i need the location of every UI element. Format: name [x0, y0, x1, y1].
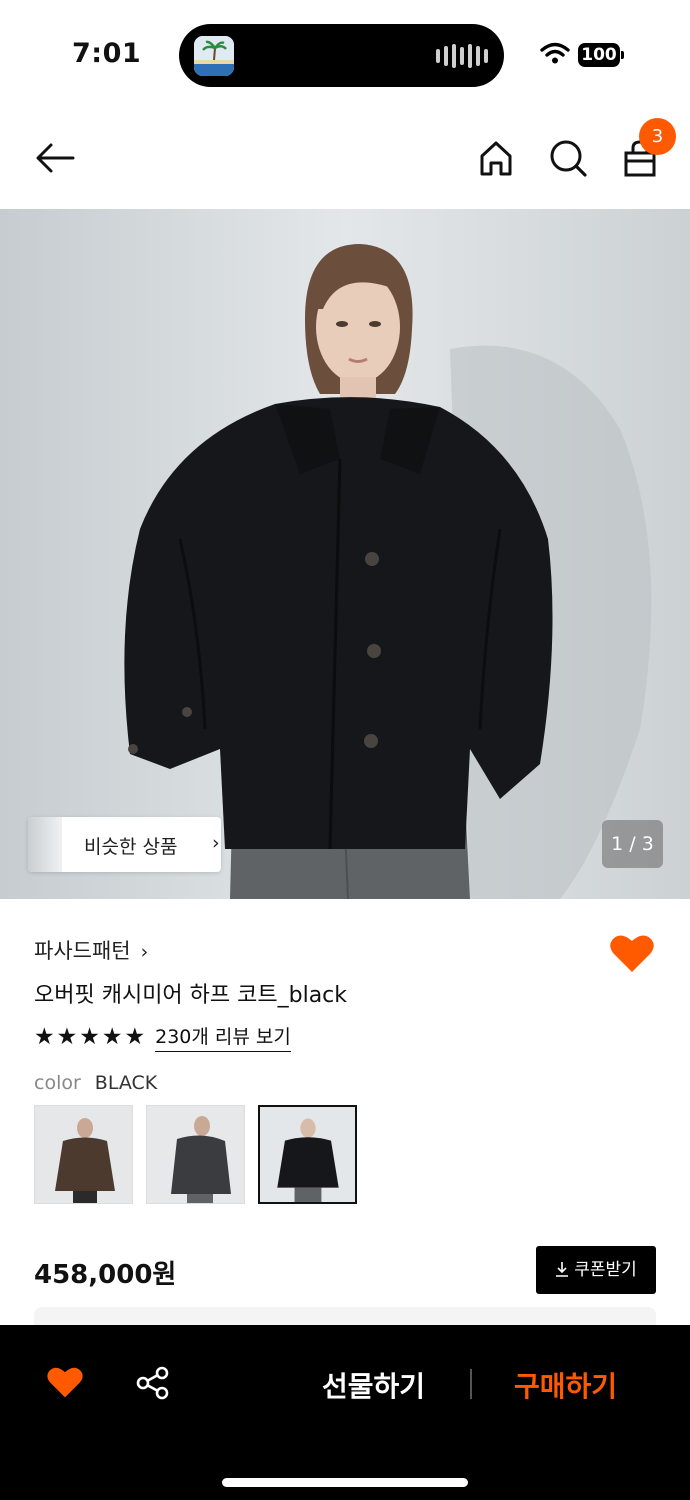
star-icon: ★	[101, 1024, 123, 1050]
bottom-bar-divider	[470, 1369, 472, 1399]
star-icon: ★	[34, 1024, 55, 1050]
home-button[interactable]	[472, 134, 520, 182]
top-nav-bar	[0, 104, 690, 210]
download-icon	[556, 1262, 569, 1277]
star-rating: ★ ★ ★ ★ ★	[34, 1024, 145, 1050]
color-row: color BLACK	[34, 1072, 157, 1094]
home-indicator[interactable]	[222, 1478, 468, 1487]
share-icon	[136, 1366, 169, 1400]
swatch-brown[interactable]	[34, 1105, 133, 1204]
heart-icon	[47, 1367, 83, 1398]
status-bar: 7:01 100	[0, 0, 690, 104]
product-image-carousel[interactable]	[0, 209, 690, 899]
home-icon	[480, 141, 512, 176]
back-button[interactable]	[31, 134, 79, 182]
chevron-right-icon: ›	[212, 832, 220, 854]
swatch-brown-image	[35, 1106, 132, 1203]
rating-row: ★ ★ ★ ★ ★ 230개 리뷰 보기	[34, 1022, 291, 1052]
cart-count-badge: 3	[639, 118, 676, 155]
star-icon: ★	[79, 1024, 100, 1050]
brand-link[interactable]: 파사드패턴 ›	[34, 935, 148, 965]
similar-product-thumbnail	[28, 817, 62, 872]
swatch-charcoal[interactable]	[146, 1105, 245, 1204]
product-photo	[0, 209, 690, 899]
swatch-black-image	[260, 1107, 355, 1202]
wishlist-button[interactable]	[609, 932, 655, 974]
bottom-action-bar: 선물하기 구매하기	[0, 1325, 690, 1500]
swatch-charcoal-image	[147, 1106, 244, 1203]
status-time: 7:01	[72, 38, 142, 69]
product-name: 오버핏 캐시미어 하프 코트_black	[34, 983, 348, 1008]
battery-indicator: 100	[578, 43, 620, 67]
back-arrow-icon	[36, 143, 75, 173]
chevron-right-icon: ›	[140, 941, 149, 963]
gift-button[interactable]: 선물하기	[322, 1365, 425, 1405]
battery-tip	[621, 51, 624, 59]
coupon-label: 쿠폰받기	[574, 1260, 637, 1280]
review-link[interactable]: 230개 리뷰 보기	[155, 1022, 291, 1052]
coupon-download-button[interactable]: 쿠폰받기	[536, 1246, 656, 1294]
star-icon: ★	[124, 1024, 146, 1050]
similar-products-button[interactable]: 비슷한 상품 ›	[28, 817, 221, 872]
search-button[interactable]	[544, 134, 592, 182]
color-value: BLACK	[94, 1072, 158, 1094]
color-label: color	[34, 1072, 81, 1094]
product-price: 458,000원	[34, 1260, 177, 1290]
brand-name: 파사드패턴	[34, 939, 131, 963]
bottom-wishlist-button[interactable]	[46, 1365, 84, 1399]
dynamic-island	[179, 24, 504, 87]
share-button[interactable]	[136, 1366, 170, 1400]
buy-button[interactable]: 구매하기	[514, 1365, 617, 1405]
wifi-icon	[540, 42, 570, 64]
similar-products-label: 비슷한 상품	[84, 836, 178, 858]
audio-wave-icon	[436, 44, 488, 68]
image-page-indicator: 1 / 3	[602, 820, 663, 868]
swatch-black[interactable]	[258, 1105, 357, 1204]
heart-icon	[610, 935, 654, 972]
color-swatches	[34, 1105, 357, 1204]
live-activity-app-icon	[194, 36, 234, 76]
star-icon: ★	[56, 1024, 78, 1050]
search-icon	[550, 140, 587, 177]
